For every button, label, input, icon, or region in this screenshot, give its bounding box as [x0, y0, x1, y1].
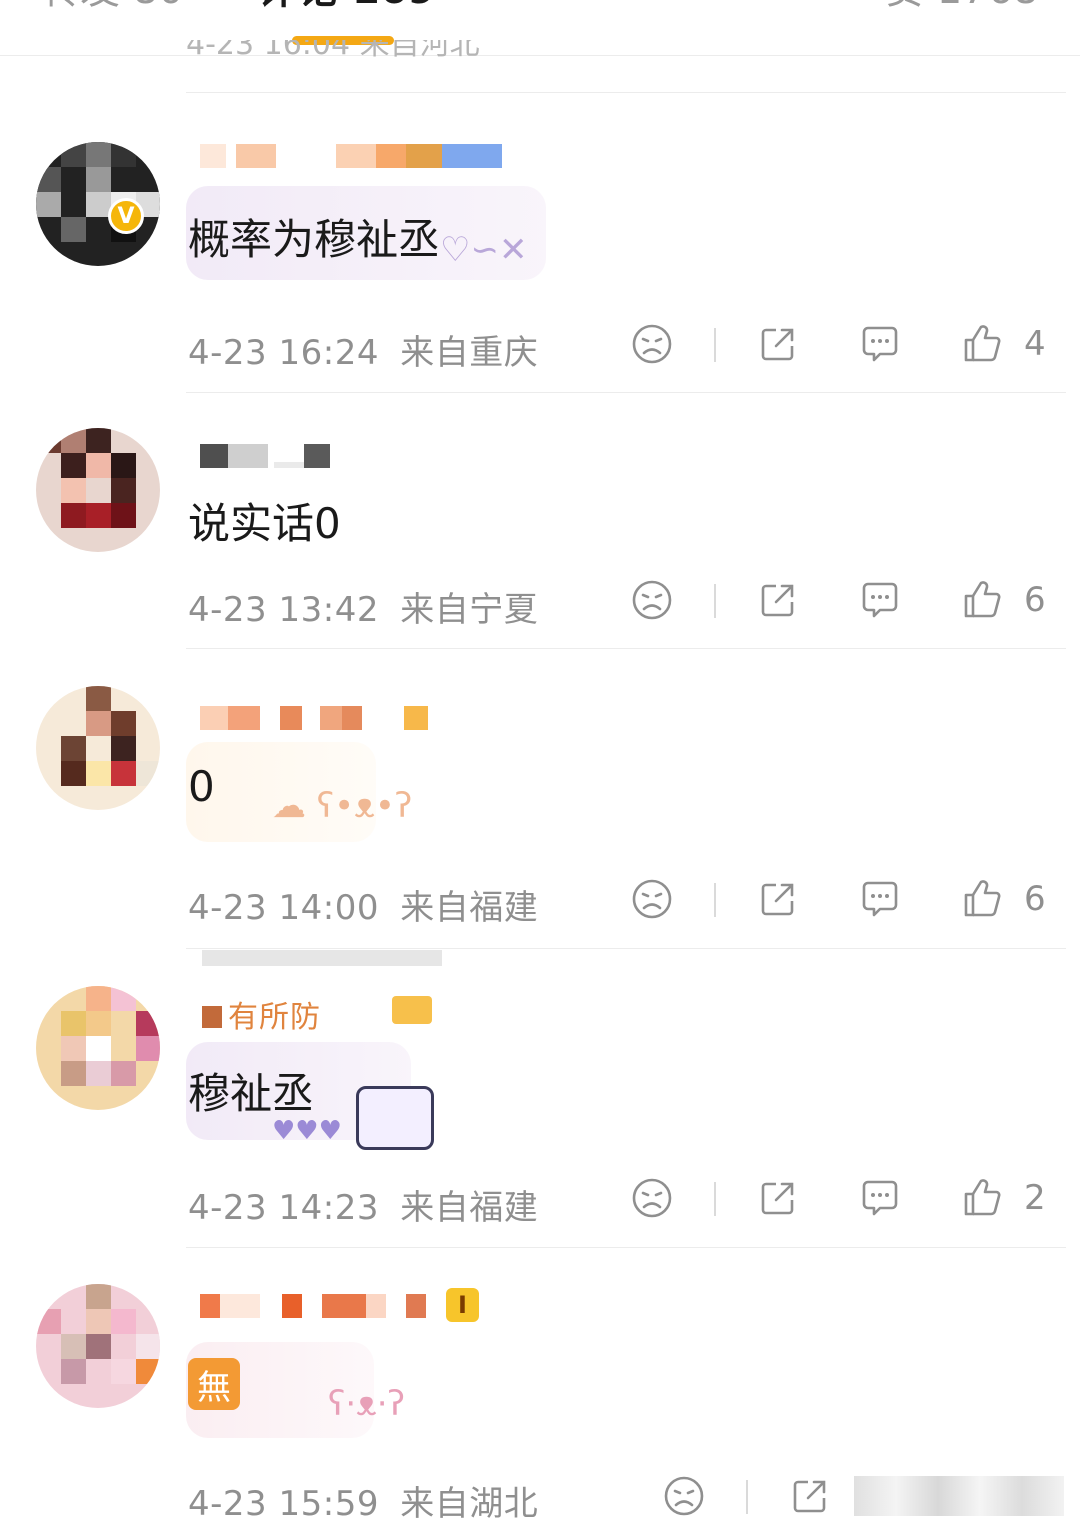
comment-text: 0 [188, 762, 215, 811]
comment-time: 4-23 14:00 [188, 888, 379, 928]
tab-comments[interactable]: 评论 169 [258, 0, 435, 10]
redaction-bar [202, 950, 442, 966]
level-badge: I [446, 1288, 479, 1322]
share-icon[interactable] [756, 578, 800, 622]
bear-sticker-icon: ʕ·ᴥ·ʔ [328, 1384, 405, 1424]
reply-icon[interactable] [858, 1176, 902, 1220]
divider [186, 392, 1066, 393]
like-count: 6 [1024, 580, 1046, 620]
comment-time: 4-23 13:42 [188, 590, 379, 630]
dislike-icon[interactable] [630, 578, 674, 622]
username-blurred[interactable] [200, 444, 330, 468]
dislike-icon[interactable] [630, 877, 674, 921]
like-icon[interactable] [960, 1176, 1004, 1220]
heart-decoration: ♥♥♥ [272, 1116, 342, 1146]
reply-icon[interactable] [858, 578, 902, 622]
dislike-icon[interactable] [630, 322, 674, 366]
tab-likes[interactable]: 赞 1768 [884, 0, 1039, 10]
avatar[interactable] [36, 686, 160, 810]
username-partial[interactable]: 有所防 [228, 992, 321, 1036]
divider [714, 584, 716, 618]
comment-location: 来自福建 [400, 1188, 539, 1228]
like-count: 2 [1024, 1178, 1046, 1218]
bunny-sticker-icon [356, 1086, 434, 1150]
share-icon[interactable] [756, 322, 800, 366]
divider [714, 328, 716, 362]
share-icon[interactable] [756, 877, 800, 921]
reply-icon[interactable] [858, 877, 902, 921]
divider [746, 1480, 748, 1514]
divider [186, 948, 1066, 949]
comment-text: 说实话0 [188, 499, 341, 548]
comment-actions: 6 [628, 578, 1068, 622]
comment-time: 4-23 15:59 [188, 1484, 379, 1524]
divider [186, 1247, 1066, 1248]
comment-actions: 4 [628, 322, 1068, 366]
like-icon[interactable] [960, 877, 1004, 921]
tab-reposts[interactable]: 转发 80 [40, 0, 184, 10]
comment-location: 来自湖北 [400, 1484, 539, 1524]
dislike-icon[interactable] [630, 1176, 674, 1220]
comment-meta: 4-23 16:24 来自重庆 [188, 325, 538, 374]
avatar[interactable] [36, 1284, 160, 1408]
username-blurred[interactable] [200, 144, 502, 168]
share-icon[interactable] [788, 1474, 832, 1518]
comment-text: 概率为穆祉丞 [188, 215, 441, 264]
comment-location: 来自宁夏 [400, 590, 539, 630]
avatar[interactable] [36, 986, 160, 1110]
comment-actions: 2 [628, 1176, 1068, 1220]
comment-location: 来自福建 [400, 888, 539, 928]
bubble-decoration: ♡∽✕ [440, 230, 528, 270]
comment-time: 4-23 16:24 [188, 333, 379, 373]
reply-icon[interactable] [858, 322, 902, 366]
divider [714, 1182, 716, 1216]
username-blurred[interactable] [200, 706, 428, 730]
avatar[interactable] [36, 428, 160, 552]
like-icon[interactable] [960, 578, 1004, 622]
comment-text: 穆祉丞 [188, 1069, 315, 1118]
divider [186, 92, 1066, 93]
username-blurred [202, 1006, 222, 1028]
comment-location: 来自重庆 [400, 333, 539, 373]
like-count: 4 [1024, 324, 1046, 364]
like-count: 6 [1024, 879, 1046, 919]
comment-chip: 無 [188, 1358, 240, 1410]
redacted-actions [854, 1476, 1064, 1516]
like-icon[interactable] [960, 322, 1004, 366]
comment-meta: 4-23 14:23 来自福建 [188, 1180, 538, 1229]
comment-meta: 4-23 15:59 来自湖北 [188, 1476, 538, 1525]
comment-time: 4-23 14:23 [188, 1188, 379, 1228]
comment-actions [660, 1474, 1070, 1518]
previous-comment-meta: 4-23 16:04 来自河北 [186, 40, 480, 62]
verified-icon: V [108, 198, 144, 234]
dislike-icon[interactable] [662, 1474, 706, 1518]
username-blurred[interactable] [200, 1294, 426, 1318]
fan-badge-icon [392, 996, 432, 1024]
bubble-decoration: ☁ ʕ•ᴥ•ʔ [272, 786, 413, 826]
avatar[interactable] [36, 142, 160, 266]
comment-meta: 4-23 14:00 来自福建 [188, 880, 538, 929]
divider [714, 883, 716, 917]
comment-meta: 4-23 13:42 来自宁夏 [188, 582, 538, 631]
comment-actions: 6 [628, 877, 1068, 921]
share-icon[interactable] [756, 1176, 800, 1220]
divider [186, 648, 1066, 649]
